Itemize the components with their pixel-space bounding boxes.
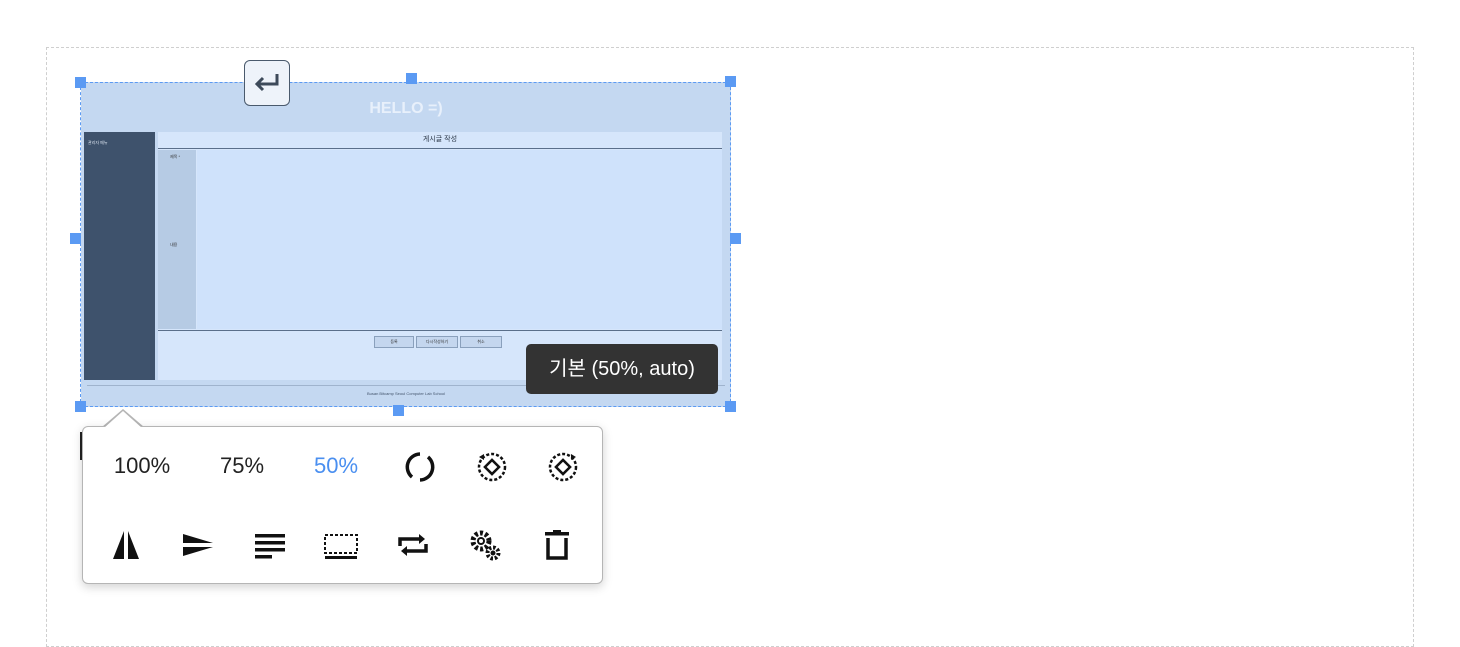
popover-arrow-inner [104,411,142,428]
delete-button[interactable] [535,524,579,566]
settings-icon [470,530,501,561]
resize-handle-bottom-left[interactable] [75,401,86,412]
caption-button[interactable] [319,524,363,566]
rotate-right-button[interactable] [541,446,585,488]
delete-icon [545,530,569,560]
resize-handle-top-right[interactable] [725,76,736,87]
replace-button[interactable] [391,524,435,566]
rotate-left-icon [477,452,507,482]
replace-icon [398,534,428,556]
size-tooltip: 기본 (50%, auto) [526,344,718,394]
rotate-icon [405,452,435,482]
resize-handle-right[interactable] [730,233,741,244]
rotate-button[interactable] [398,446,442,488]
size-50-button[interactable]: 50% [298,446,374,486]
flip-vertical-button[interactable] [176,524,220,566]
size-100-button[interactable]: 100% [100,446,184,486]
line-break-button[interactable] [244,60,290,106]
size-75-button[interactable]: 75% [204,446,280,486]
resize-handle-bottom-right[interactable] [725,401,736,412]
resize-handle-top[interactable] [406,73,417,84]
rotate-left-button[interactable] [470,446,514,488]
settings-button[interactable] [463,524,507,566]
align-icon [255,534,285,559]
flip-horizontal-button[interactable] [104,524,148,566]
resize-handle-top-left[interactable] [75,77,86,88]
resize-handle-left[interactable] [70,233,81,244]
resize-handle-bottom[interactable] [393,405,404,416]
align-button[interactable] [248,524,292,566]
flip-horizontal-icon [113,531,139,559]
flip-vertical-icon [183,534,213,556]
rotate-right-icon [548,452,578,482]
caption-icon [324,534,358,559]
enter-icon [254,74,279,92]
